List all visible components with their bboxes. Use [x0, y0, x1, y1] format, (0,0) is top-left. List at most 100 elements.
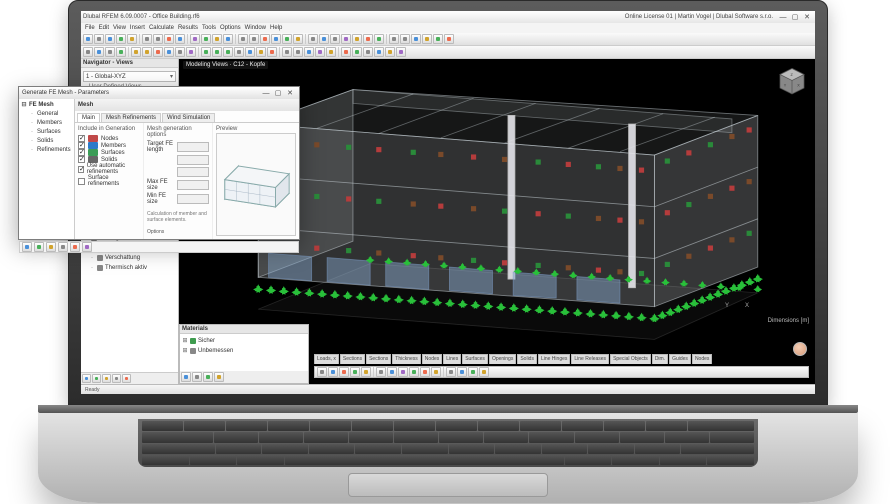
- checkbox-row[interactable]: Members: [78, 142, 140, 149]
- tree-item[interactable]: ·Solids: [21, 137, 72, 146]
- toolbar-button[interactable]: [385, 47, 395, 57]
- toolbar-button[interactable]: [181, 372, 191, 382]
- tree-item[interactable]: ⊞Unbemessen: [182, 346, 306, 356]
- toolbar-button[interactable]: [446, 367, 456, 377]
- toolbar-button[interactable]: [245, 47, 255, 57]
- toolbar-button[interactable]: [420, 367, 430, 377]
- tree-item[interactable]: ·Surfaces: [21, 128, 72, 137]
- toolbar-button[interactable]: [83, 34, 93, 44]
- toolbar-button[interactable]: [116, 47, 126, 57]
- toolbar-button[interactable]: [214, 372, 224, 382]
- close-button[interactable]: ✕: [801, 11, 813, 23]
- toolbar-button[interactable]: [94, 47, 104, 57]
- toolbar-button[interactable]: [192, 372, 202, 382]
- tree-item[interactable]: ⊞Sicher: [182, 336, 306, 346]
- toolbar-button[interactable]: [58, 242, 68, 252]
- toolbar-button[interactable]: [234, 47, 244, 57]
- toolbar-button[interactable]: [326, 47, 336, 57]
- toolbar-button[interactable]: [22, 242, 32, 252]
- toolbar-button[interactable]: [308, 34, 318, 44]
- dialog-close-button[interactable]: ✕: [284, 87, 296, 99]
- toolbar-button[interactable]: [376, 367, 386, 377]
- mesh-field[interactable]: [177, 194, 210, 204]
- toolbar-button[interactable]: [374, 34, 384, 44]
- checkbox-icon[interactable]: [78, 178, 85, 185]
- toolbar-button[interactable]: [398, 367, 408, 377]
- toolbar-button[interactable]: [479, 367, 489, 377]
- toolbar-button[interactable]: [153, 47, 163, 57]
- dialog-titlebar[interactable]: Generate FE Mesh - Parameters — ▢ ✕: [19, 87, 299, 99]
- toolbar-button[interactable]: [153, 34, 163, 44]
- toolbar-button[interactable]: [94, 34, 104, 44]
- toolbar-button[interactable]: [212, 34, 222, 44]
- toolbar-button[interactable]: [164, 34, 174, 44]
- toolbar-button[interactable]: [328, 367, 338, 377]
- toolbar-button[interactable]: [212, 47, 222, 57]
- tree-item[interactable]: ·General: [21, 110, 72, 119]
- toolbar-button[interactable]: [131, 47, 141, 57]
- toolbar-button[interactable]: [330, 34, 340, 44]
- toolbar-button[interactable]: [127, 34, 137, 44]
- toolbar-button[interactable]: [457, 367, 467, 377]
- toolbar-button[interactable]: [468, 367, 478, 377]
- toolbar-button[interactable]: [431, 367, 441, 377]
- toolbar-button[interactable]: [142, 47, 152, 57]
- toolbar-button[interactable]: [105, 47, 115, 57]
- tree-item[interactable]: ·Thermisch aktiv: [83, 263, 176, 273]
- mesh-field[interactable]: [177, 142, 210, 152]
- toolbar-button[interactable]: [411, 34, 421, 44]
- toolbar-button[interactable]: [190, 34, 200, 44]
- toolbar-button[interactable]: [422, 34, 432, 44]
- toolbar-button[interactable]: [83, 47, 93, 57]
- toolbar-button[interactable]: [271, 34, 281, 44]
- menu-edit[interactable]: Edit: [99, 25, 109, 31]
- toolbar-button[interactable]: [350, 367, 360, 377]
- toolbar-button[interactable]: [352, 34, 362, 44]
- toolbar-button[interactable]: [82, 242, 92, 252]
- view-tab[interactable]: Line Hinges: [538, 354, 570, 364]
- toolbar-button[interactable]: [341, 47, 351, 57]
- toolbar-button[interactable]: [293, 34, 303, 44]
- toolbar-button[interactable]: [361, 367, 371, 377]
- toolbar-button[interactable]: [363, 34, 373, 44]
- toolbar-button[interactable]: [249, 34, 259, 44]
- view-tab[interactable]: Lines: [443, 354, 461, 364]
- toolbar-button[interactable]: [396, 47, 406, 57]
- toolbar-button[interactable]: [105, 34, 115, 44]
- dialog-minimize-button[interactable]: —: [260, 87, 272, 99]
- dialog-tree[interactable]: ⊟FE Mesh·General·Members·Surfaces·Solids…: [19, 99, 75, 239]
- toolbar-button[interactable]: [319, 34, 329, 44]
- view-tab[interactable]: Line Releases: [571, 354, 609, 364]
- toolbar-button[interactable]: [282, 34, 292, 44]
- checkbox-icon[interactable]: [78, 156, 85, 163]
- dialog-maximize-button[interactable]: ▢: [272, 87, 284, 99]
- toolbar-button[interactable]: [92, 374, 101, 383]
- checkbox-row[interactable]: Surface refinements: [78, 175, 140, 187]
- mesh-field[interactable]: [177, 167, 210, 177]
- tree-item[interactable]: ·Verschattung: [83, 253, 176, 263]
- minimize-button[interactable]: —: [777, 11, 789, 23]
- toolbar-button[interactable]: [34, 242, 44, 252]
- view-tab[interactable]: Dim.: [652, 354, 668, 364]
- toolbar-button[interactable]: [201, 47, 211, 57]
- dialog-tab-refine[interactable]: Mesh Refinements: [101, 113, 161, 122]
- toolbar-button[interactable]: [389, 34, 399, 44]
- mesh-field[interactable]: [177, 180, 210, 190]
- toolbar-button[interactable]: [238, 34, 248, 44]
- toolbar-button[interactable]: [352, 47, 362, 57]
- toolbar-button[interactable]: [175, 47, 185, 57]
- toolbar-button[interactable]: [304, 47, 314, 57]
- view-tab[interactable]: Nodes: [422, 354, 442, 364]
- materials-tree[interactable]: ⊞Sicher⊞Unbemessen: [180, 334, 308, 371]
- view-tab[interactable]: Solids: [517, 354, 537, 364]
- checkbox-row[interactable]: Use automatic refinements: [78, 163, 140, 175]
- menu-options[interactable]: Options: [220, 25, 241, 31]
- menu-help[interactable]: Help: [270, 25, 282, 31]
- toolbar-button[interactable]: [374, 47, 384, 57]
- view-tab[interactable]: Loads, x: [314, 354, 339, 364]
- menu-calculate[interactable]: Calculate: [149, 25, 174, 31]
- toolbar-button[interactable]: [293, 47, 303, 57]
- toolbar-button[interactable]: [201, 34, 211, 44]
- toolbar-button[interactable]: [82, 374, 91, 383]
- menu-view[interactable]: View: [113, 25, 126, 31]
